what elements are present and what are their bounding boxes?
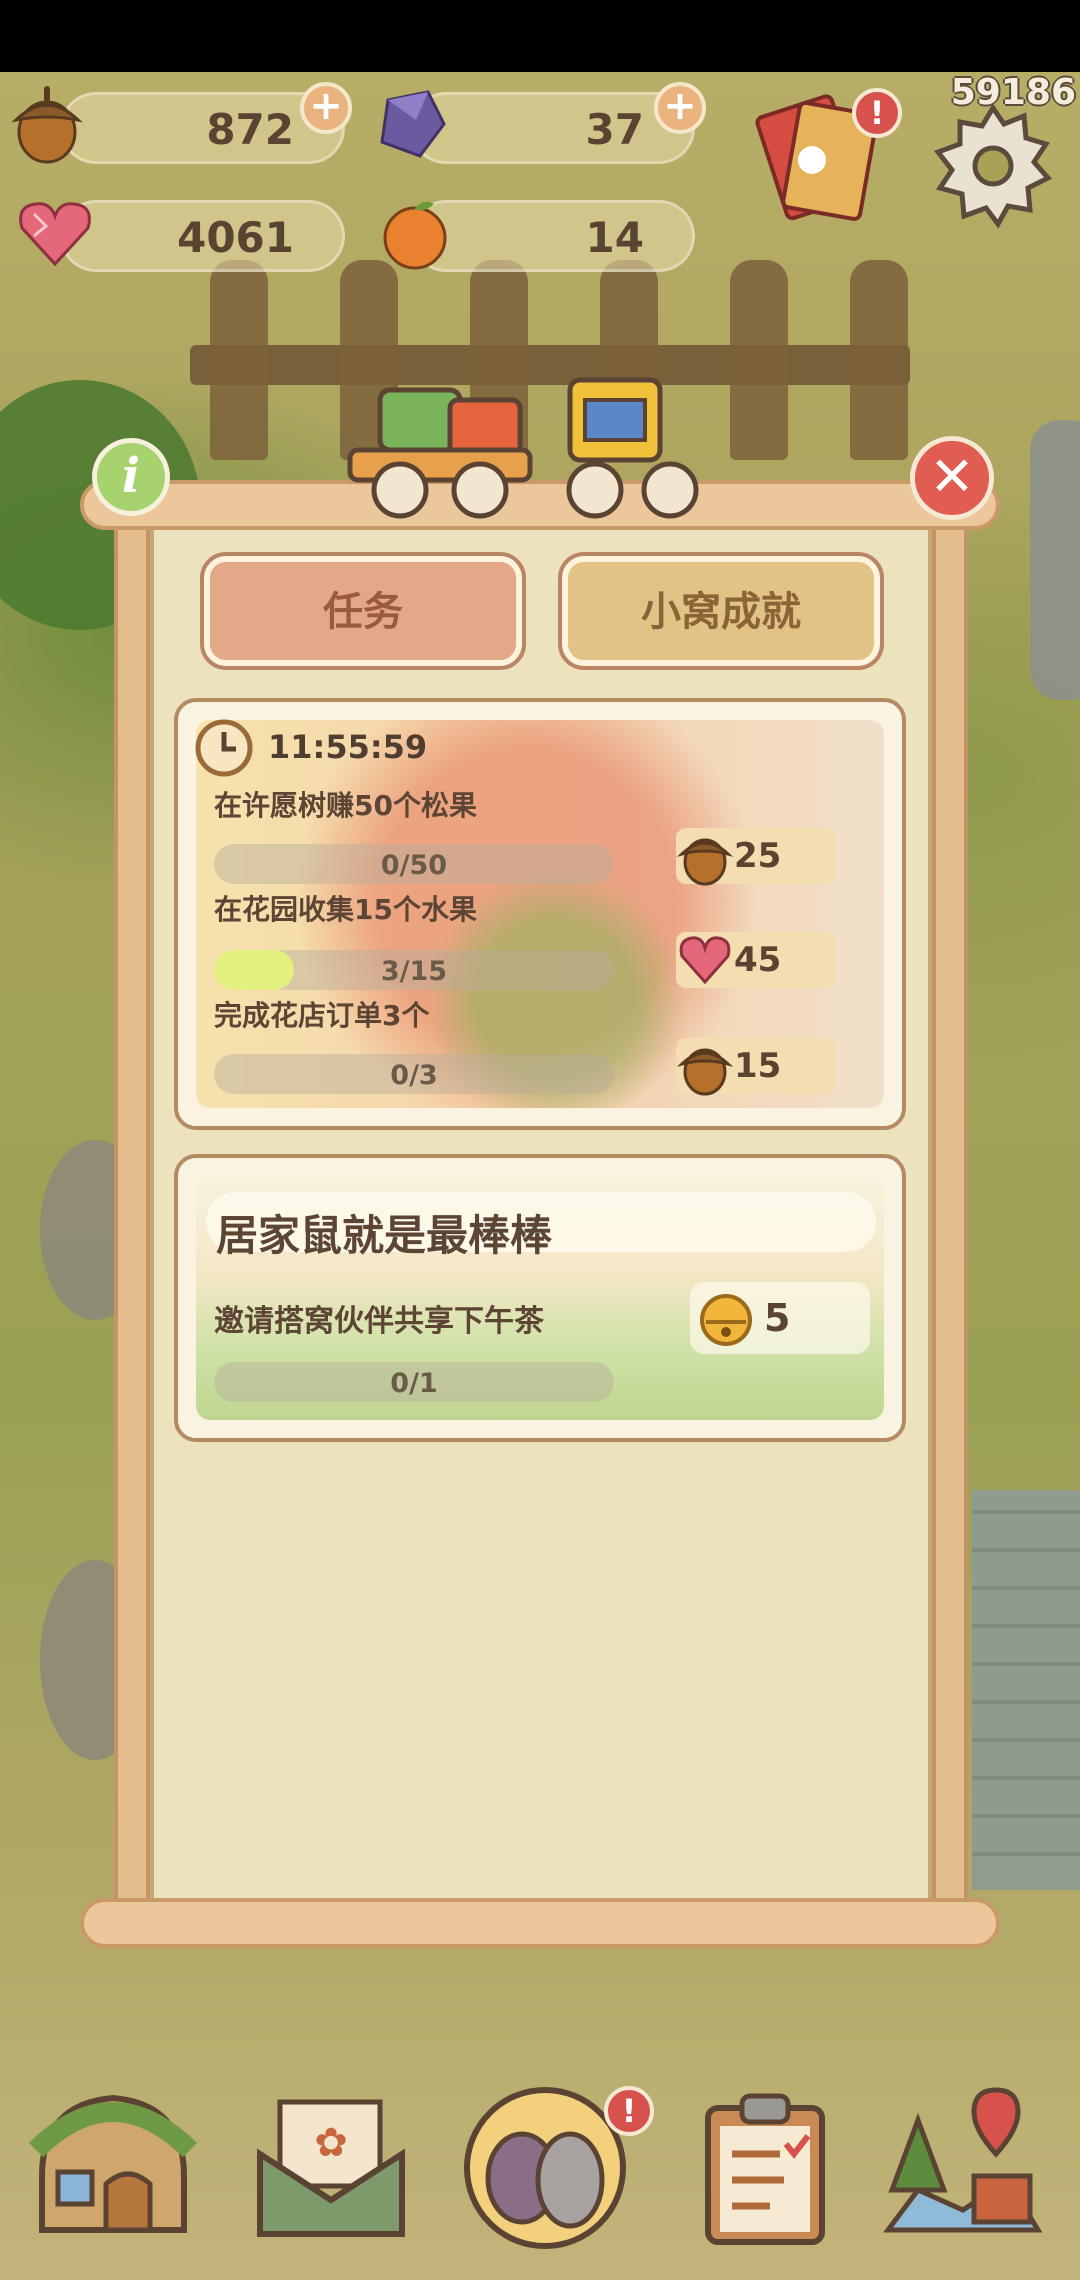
toy-train-icon [347, 377, 699, 519]
close-icon: ✕ [929, 445, 975, 508]
add-gem-button[interactable]: + [654, 82, 706, 134]
task-timer: 11:55:59 [268, 728, 428, 766]
scroll-side-left [114, 500, 150, 1920]
task-progress-bar: 0/3 [214, 1054, 614, 1094]
scroll-side-right [932, 500, 968, 1920]
map-icon[interactable] [878, 2080, 1048, 2250]
task-reward: 15 [676, 1038, 836, 1096]
acorn-icon [676, 838, 734, 886]
acorn-icon [11, 86, 83, 164]
gift-alert-badge: ! [852, 88, 902, 138]
brick-wall [972, 1490, 1080, 1890]
orange-icon [383, 201, 447, 270]
svg-text:✿: ✿ [314, 2120, 348, 2166]
task-reward-value: 25 [734, 836, 782, 876]
info-icon: i [121, 448, 141, 504]
close-button[interactable]: ✕ [910, 436, 994, 520]
task-title: 完成花店订单3个 [214, 999, 430, 1032]
house-icon[interactable] [28, 2080, 198, 2250]
gem-count: 37 [585, 105, 644, 154]
heart-gem-icon [679, 936, 731, 985]
tab-achievements[interactable]: 小窝成就 [558, 552, 884, 670]
purple-gem-icon [380, 90, 446, 158]
achievement-title: 居家鼠就是最棒棒 [216, 1211, 553, 1260]
task-reward-value: 45 [734, 940, 782, 980]
tab-tasks[interactable]: 任务 [200, 552, 526, 670]
task-progress-bar: 3/15 [214, 950, 614, 990]
achievement-task: 邀请搭窝伙伴共享下午茶 [214, 1304, 544, 1339]
bell-icon [700, 1294, 752, 1346]
gear-icon[interactable] [928, 100, 1058, 230]
achievement-reward: 5 [690, 1282, 870, 1354]
status-bar [0, 0, 1080, 72]
friends-alert-badge: ! [604, 2086, 654, 2136]
acorn-icon [676, 1048, 734, 1096]
task-progress-text: 3/15 [380, 956, 448, 987]
heart-counter: 4061 [60, 200, 345, 272]
achievement-progress-bar: 0/1 [214, 1362, 614, 1402]
task-progress-text: 0/50 [380, 850, 448, 881]
mouse-character [1030, 420, 1080, 700]
achievement-progress-text: 0/1 [390, 1368, 438, 1399]
task-progress-text: 0/3 [390, 1060, 438, 1091]
task-title: 在许愿树赚50个松果 [214, 789, 477, 822]
info-button[interactable]: i [92, 438, 170, 516]
acorn-count: 872 [206, 105, 294, 154]
clipboard-icon[interactable] [680, 2080, 850, 2250]
scroll-rod-bottom [80, 1898, 1000, 1948]
achievement-reward-value: 5 [764, 1296, 791, 1340]
clock-icon [195, 719, 253, 777]
heart-count: 4061 [177, 213, 294, 262]
task-title: 在花园收集15个水果 [214, 893, 477, 926]
heart-gem-icon [19, 202, 91, 267]
task-reward-value: 15 [734, 1046, 782, 1086]
fruit-count: 14 [585, 213, 644, 262]
letter-icon[interactable]: ✿ [246, 2080, 416, 2250]
add-acorn-button[interactable]: + [300, 82, 352, 134]
task-reward: 25 [676, 828, 836, 886]
task-reward: 45 [676, 932, 836, 988]
task-progress-bar: 0/50 [214, 844, 614, 884]
